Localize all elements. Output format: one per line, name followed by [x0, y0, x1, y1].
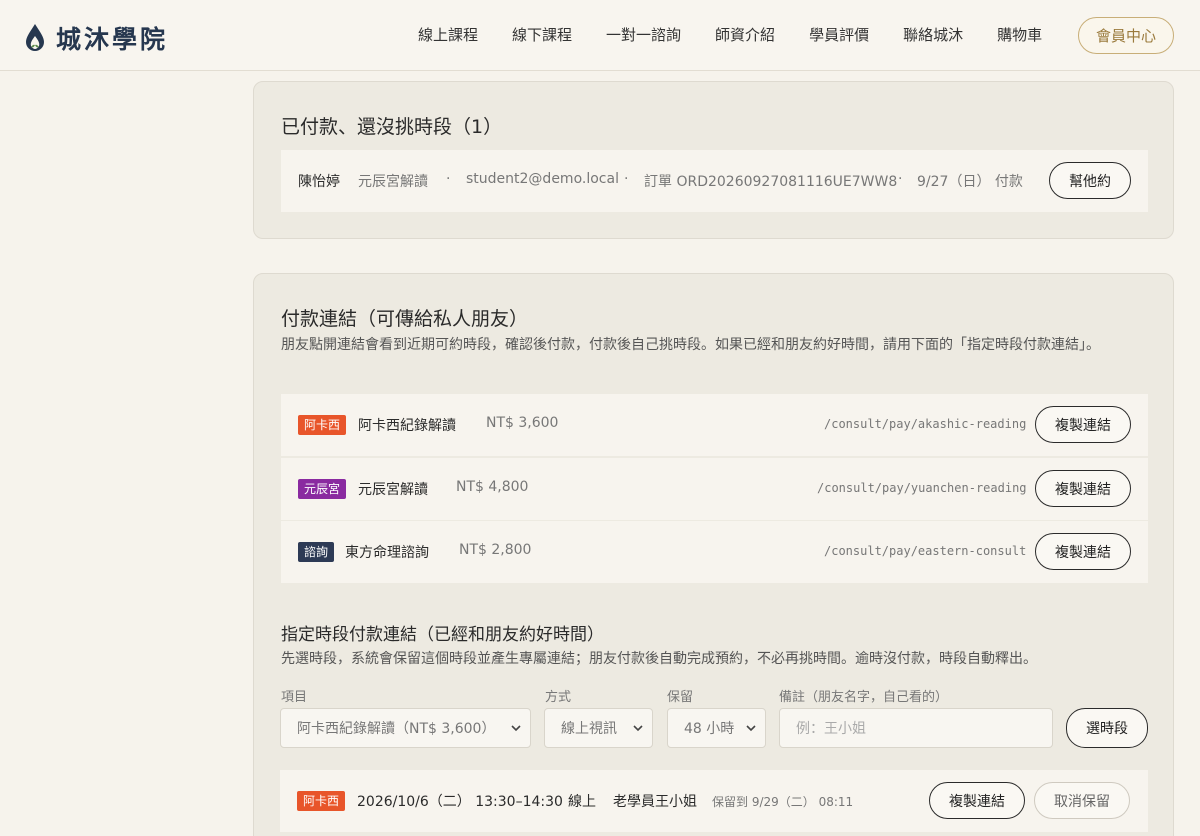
item-label: 項目: [281, 690, 308, 705]
service-tag: 阿卡西: [298, 415, 347, 435]
cancel-hold-button[interactable]: 取消保留: [1034, 782, 1130, 819]
chevron-down-icon: [746, 725, 756, 732]
paid-section-title: 已付款、還沒挑時段（1）: [281, 116, 503, 138]
reservation-datetime: 2026/10/6（二） 13:30–14:30: [357, 794, 563, 810]
service-tag: 諮詢: [298, 542, 335, 562]
service-name: 元辰宮解讀: [358, 174, 428, 190]
brand-name: 城沐學院: [56, 25, 169, 54]
separator: ·: [446, 171, 451, 187]
service-price: NT$ 2,800: [459, 542, 532, 558]
payment-link-path: /consult/pay/eastern-consult: [824, 544, 1027, 558]
separator: ·: [898, 171, 903, 187]
service-name: 阿卡西紀錄解讀: [358, 418, 456, 434]
item-select[interactable]: 阿卡西紀錄解讀（NT$ 3,600）: [280, 708, 531, 748]
note-input[interactable]: 例：王小姐: [779, 708, 1053, 748]
nav-online-courses[interactable]: 線上課程: [418, 24, 478, 45]
nav-contact[interactable]: 聯絡城沐: [903, 24, 963, 45]
main-nav: 線上課程 線下課程 一對一諮詢 師資介紹 學員評價 聯絡城沐 購物車: [418, 24, 1076, 45]
nav-teachers[interactable]: 師資介紹: [715, 24, 775, 45]
site-header: 城沐學院 線上課程 線下課程 一對一諮詢 師資介紹 學員評價 聯絡城沐 購物車 …: [0, 0, 1200, 71]
mode-select-value: 線上視訊: [561, 721, 617, 737]
payment-link-row: 元辰宮 元辰宮解讀 NT$ 4,800 /consult/pay/yuanche…: [281, 458, 1148, 520]
payment-links-card: 付款連結（可傳給私人朋友） 朋友點開連結會看到近期可約時段，確認後付款，付款後自…: [253, 273, 1174, 836]
payment-links-description: 朋友點開連結會看到近期可約時段，確認後付款，付款後自己挑時段。如果已經和朋友約好…: [281, 337, 1100, 353]
payment-date: 9/27（日） 付款: [917, 174, 1023, 190]
note-label: 備註（朋友名字，自己看的）: [779, 690, 949, 705]
mode-label: 方式: [545, 690, 572, 705]
brand-logo[interactable]: 城沐學院: [24, 20, 168, 56]
student-name: 陳怡婷: [298, 174, 340, 190]
copy-link-button[interactable]: 複製連結: [929, 782, 1025, 819]
reservation-mode: 線上: [568, 794, 596, 810]
separator: ·: [624, 171, 629, 187]
item-select-value: 阿卡西紀錄解讀（NT$ 3,600）: [297, 721, 496, 737]
service-tag: 元辰宮: [298, 479, 347, 499]
service-price: NT$ 4,800: [456, 479, 529, 495]
service-price: NT$ 3,600: [486, 415, 559, 431]
service-name: 東方命理諮詢: [345, 545, 429, 561]
slot-link-description: 先選時段，系統會保留這個時段並產生專屬連結；朋友付款後自動完成預約，不必再挑時間…: [281, 651, 1037, 667]
order-number: 訂單 ORD20260927081116UE7WW8: [644, 174, 898, 190]
nav-offline-courses[interactable]: 線下課程: [512, 24, 572, 45]
chevron-down-icon: [511, 725, 521, 732]
payment-link-path: /consult/pay/akashic-reading: [824, 417, 1027, 431]
chevron-down-icon: [633, 725, 643, 732]
copy-link-button[interactable]: 複製連結: [1035, 533, 1131, 570]
copy-link-button[interactable]: 複製連結: [1035, 406, 1131, 443]
logo-icon: [26, 24, 44, 51]
nav-one-on-one[interactable]: 一對一諮詢: [606, 24, 681, 45]
copy-link-button[interactable]: 複製連結: [1035, 470, 1131, 507]
paid-unscheduled-card: 已付款、還沒挑時段（1） 陳怡婷 元辰宮解讀 · student2@demo.l…: [253, 81, 1174, 239]
service-tag: 阿卡西: [297, 791, 346, 811]
payment-links-title: 付款連結（可傳給私人朋友）: [281, 308, 529, 330]
book-for-him-button[interactable]: 幫他約: [1049, 162, 1131, 199]
payment-link-path: /consult/pay/yuanchen-reading: [817, 481, 1027, 495]
hold-until: 保留到 9/29（二） 08:11: [712, 795, 854, 809]
student-email: student2@demo.local: [466, 171, 619, 187]
note-placeholder: 例：王小姐: [796, 721, 866, 737]
choose-slot-button[interactable]: 選時段: [1066, 708, 1148, 748]
mode-select[interactable]: 線上視訊: [544, 708, 653, 748]
hold-select[interactable]: 48 小時: [667, 708, 766, 748]
nav-reviews[interactable]: 學員評價: [809, 24, 869, 45]
member-center-button[interactable]: 會員中心: [1078, 17, 1174, 54]
paid-order-row: 陳怡婷 元辰宮解讀 · student2@demo.local · 訂單 ORD…: [281, 150, 1148, 212]
slot-link-title: 指定時段付款連結（已經和朋友約好時間）: [281, 625, 604, 645]
nav-cart[interactable]: 購物車: [997, 24, 1042, 45]
service-name: 元辰宮解讀: [358, 482, 428, 498]
hold-select-value: 48 小時: [684, 721, 735, 737]
payment-link-row: 阿卡西 阿卡西紀錄解讀 NT$ 3,600 /consult/pay/akash…: [281, 394, 1148, 456]
reserved-slot-row: 阿卡西 2026/10/6（二） 13:30–14:30 線上 老學員王小姐 保…: [280, 770, 1148, 832]
hold-label: 保留: [667, 690, 694, 705]
payment-link-row: 諮詢 東方命理諮詢 NT$ 2,800 /consult/pay/eastern…: [281, 521, 1148, 583]
reservation-friend: 老學員王小姐: [613, 794, 697, 810]
